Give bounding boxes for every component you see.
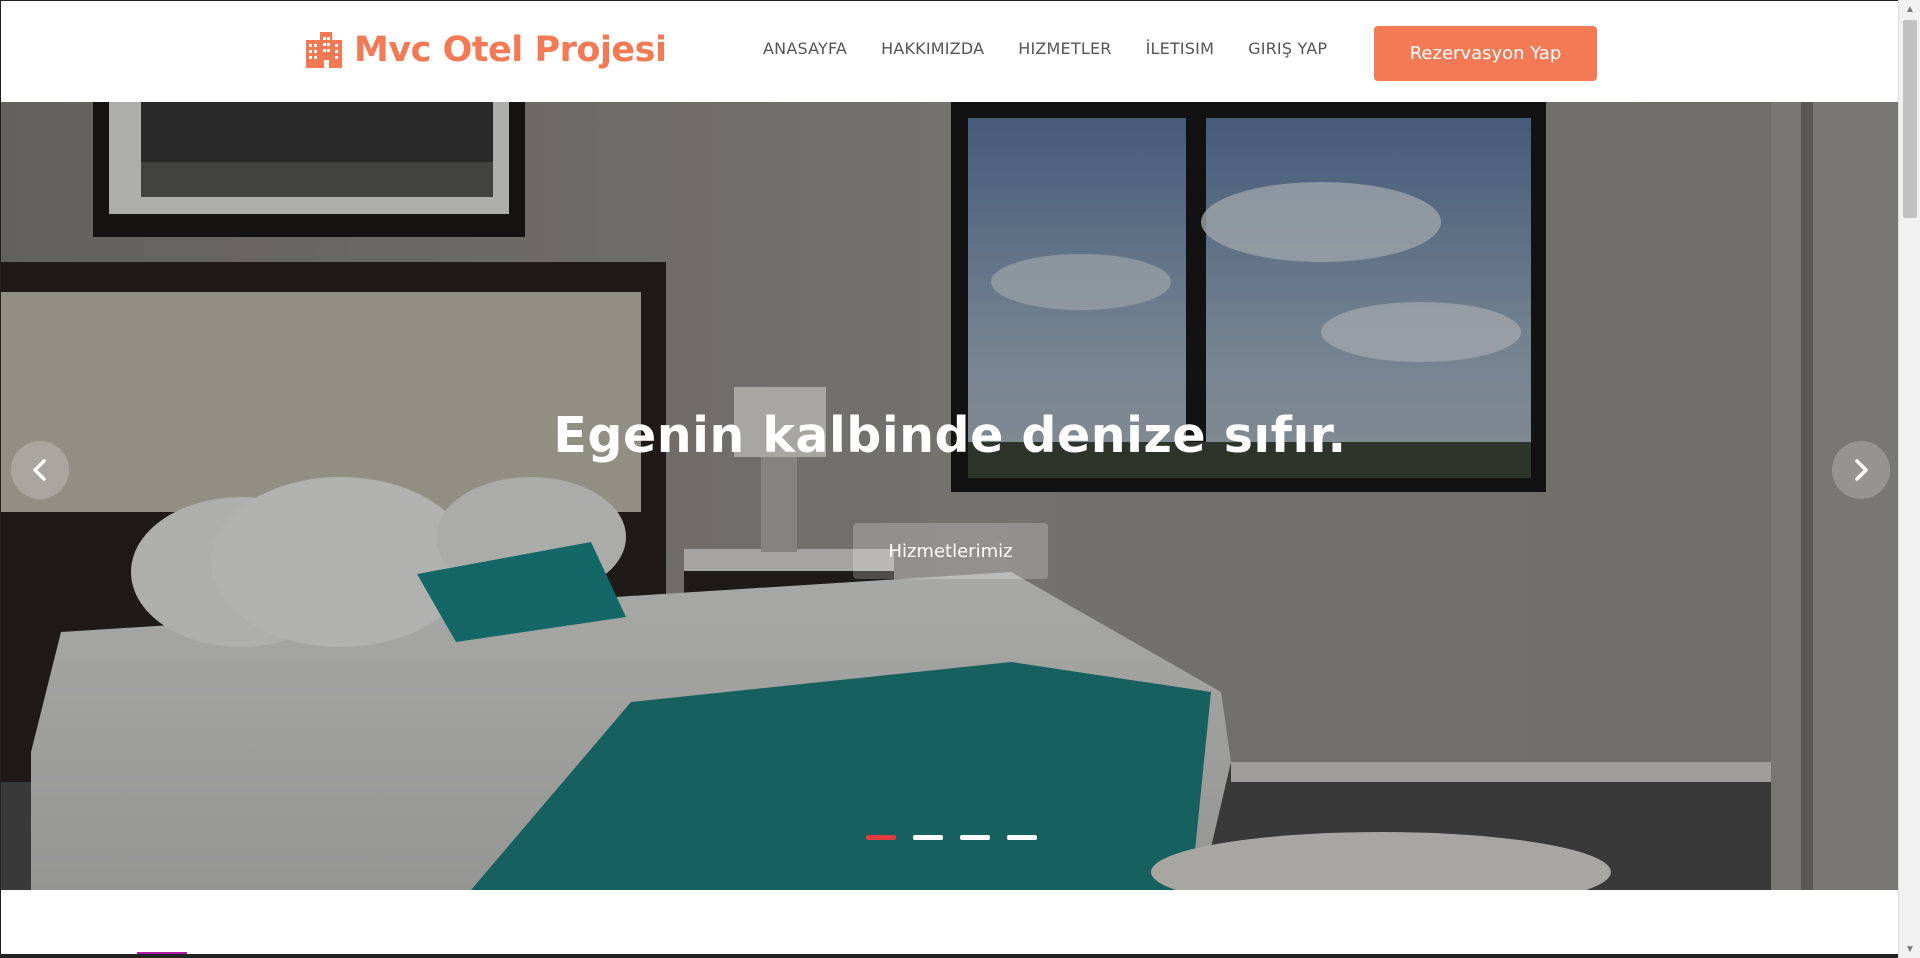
hero-carousel: Egenin kalbinde denize sıfır. Hizmetleri… [1,102,1899,890]
page-scrollbar[interactable]: ▲ ▼ [1898,0,1920,958]
nav-item-services[interactable]: HIZMETLER [1018,39,1111,58]
window-bottom-border [0,954,1898,958]
main-nav: ANASAYFA HAKKIMIZDA HIZMETLER İLETISIM G… [763,39,1327,58]
scrollbar-thumb[interactable] [1903,20,1917,218]
building-icon [306,32,342,68]
carousel-prev-button[interactable] [11,441,69,499]
chevron-left-icon [33,459,46,481]
carousel-indicator-2[interactable] [913,835,943,840]
site-header: Mvc Otel Projesi ANASAYFA HAKKIMIZDA HIZ… [1,1,1899,102]
scroll-down-icon[interactable]: ▼ [1899,940,1920,958]
carousel-indicator-3[interactable] [960,835,990,840]
logo-text: Mvc Otel Projesi [354,30,667,70]
scroll-up-icon[interactable]: ▲ [1899,0,1920,18]
carousel-indicator-4[interactable] [1007,835,1037,840]
page: Mvc Otel Projesi ANASAYFA HAKKIMIZDA HIZ… [0,0,1899,958]
nav-item-login[interactable]: GIRIŞ YAP [1248,39,1327,58]
logo[interactable]: Mvc Otel Projesi [304,25,667,75]
hero-title: Egenin kalbinde denize sıfır. [553,407,1347,464]
nav-item-contact[interactable]: İLETISIM [1146,39,1215,58]
chevron-right-icon [1855,459,1868,481]
services-button[interactable]: Hizmetlerimiz [853,523,1048,579]
nav-item-about[interactable]: HAKKIMIZDA [881,39,984,58]
carousel-indicators [866,835,1037,840]
reservation-button[interactable]: Rezervasyon Yap [1374,26,1597,81]
hero-overlay [1,102,1899,890]
nav-item-home[interactable]: ANASAYFA [763,39,847,58]
carousel-next-button[interactable] [1832,441,1890,499]
carousel-indicator-1[interactable] [866,835,896,840]
